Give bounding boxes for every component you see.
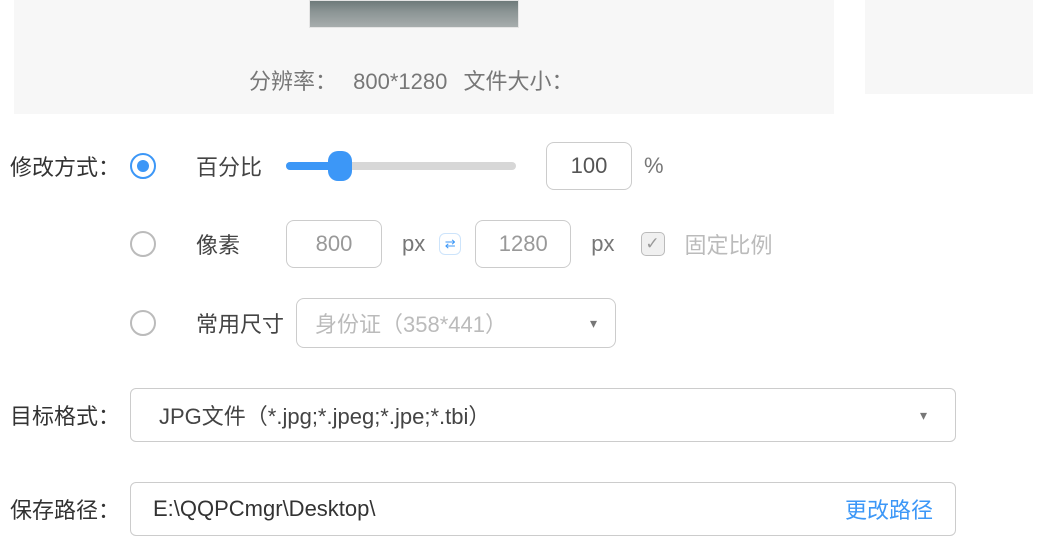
percent-unit: %	[644, 153, 664, 179]
height-input[interactable]	[475, 220, 571, 268]
link-icon[interactable]: ⇄	[439, 233, 461, 255]
target-format-label: 目标格式：	[10, 399, 130, 431]
percent-slider[interactable]	[286, 162, 516, 170]
change-path-link[interactable]: 更改路径	[845, 493, 933, 525]
image-preview-panel: 分辨率： 800*1280 文件大小：	[14, 0, 834, 114]
filesize-label: 文件大小：	[463, 69, 573, 94]
caret-down-icon: ▾	[920, 407, 927, 424]
radio-pixel[interactable]	[130, 231, 156, 257]
target-format-value: JPG文件（*.jpg;*.jpeg;*.jpe;*.tbi）	[159, 399, 490, 431]
row-save-path: 保存路径： E:\QQPCmgr\Desktop\ 更改路径	[10, 482, 1037, 536]
slider-thumb[interactable]	[328, 151, 352, 181]
resolution-value: 800*1280	[353, 69, 447, 94]
height-unit: px	[591, 231, 614, 257]
width-unit: px	[402, 231, 425, 257]
percent-slider-group: %	[286, 142, 664, 190]
resize-form: 修改方式： 百分比 % 像素 px ⇄ px ✓ 固定比例 常用尺寸	[10, 142, 1037, 536]
percent-input[interactable]	[546, 142, 632, 190]
row-common-size: 常用尺寸 身份证（358*441） ▾	[10, 298, 1037, 348]
target-format-select[interactable]: JPG文件（*.jpg;*.jpeg;*.jpe;*.tbi） ▾	[130, 388, 956, 442]
pixel-inputs: px ⇄ px ✓ 固定比例	[286, 220, 773, 268]
save-path-box: E:\QQPCmgr\Desktop\ 更改路径	[130, 482, 956, 536]
radio-common[interactable]	[130, 310, 156, 336]
image-meta-line: 分辨率： 800*1280 文件大小：	[14, 64, 834, 96]
caret-down-icon: ▾	[590, 315, 597, 332]
percent-mode-label: 百分比	[196, 150, 286, 182]
width-input[interactable]	[286, 220, 382, 268]
lock-ratio-checkbox[interactable]: ✓	[641, 232, 665, 256]
lock-ratio-label: 固定比例	[685, 228, 773, 260]
row-target-format: 目标格式： JPG文件（*.jpg;*.jpeg;*.jpe;*.tbi） ▾	[10, 388, 1037, 442]
radio-percent[interactable]	[130, 153, 156, 179]
row-percent: 修改方式： 百分比 %	[10, 142, 1037, 190]
common-size-placeholder: 身份证（358*441）	[315, 307, 507, 339]
save-path-value: E:\QQPCmgr\Desktop\	[153, 496, 376, 522]
common-size-select[interactable]: 身份证（358*441） ▾	[296, 298, 616, 348]
resolution-label: 分辨率：	[249, 69, 337, 94]
common-mode-label: 常用尺寸	[196, 307, 296, 339]
image-thumbnail	[309, 0, 519, 28]
modify-label: 修改方式：	[10, 150, 130, 182]
pixel-mode-label: 像素	[196, 228, 286, 260]
row-pixel: 像素 px ⇄ px ✓ 固定比例	[10, 220, 1037, 268]
side-panel-placeholder	[865, 0, 1033, 94]
save-path-label: 保存路径：	[10, 493, 130, 525]
